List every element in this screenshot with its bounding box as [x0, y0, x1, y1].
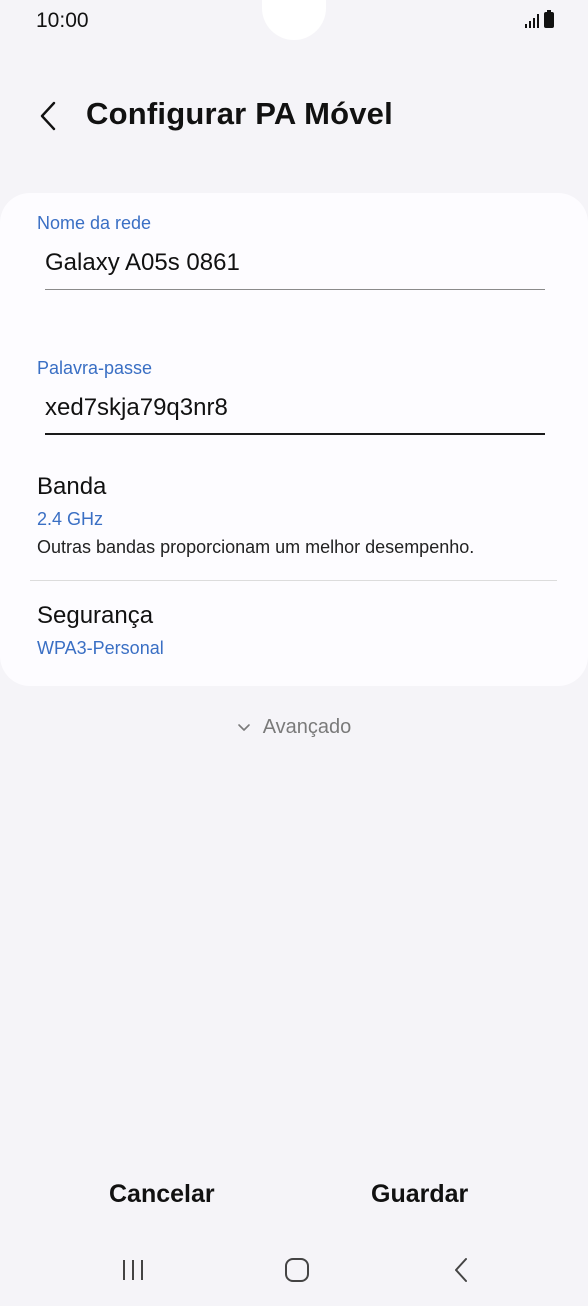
camera-notch — [262, 0, 326, 40]
battery-icon — [544, 10, 554, 28]
status-icons — [525, 10, 554, 28]
network-name-underline — [45, 289, 545, 290]
security-setting[interactable]: Segurança WPA3-Personal — [0, 588, 588, 678]
recent-apps-icon — [123, 1260, 143, 1280]
chevron-down-icon — [237, 723, 250, 731]
password-underline — [45, 433, 545, 435]
security-title: Segurança — [37, 602, 154, 629]
password-input[interactable]: xed7skja79q3nr8 — [45, 394, 228, 422]
band-setting[interactable]: Banda 2.4 GHz Outras bandas proporcionam… — [0, 459, 588, 579]
back-nav-icon — [455, 1258, 467, 1282]
home-button[interactable] — [267, 1244, 327, 1296]
recent-apps-button[interactable] — [103, 1244, 163, 1296]
password-label: Palavra-passe — [37, 358, 153, 378]
navigation-bar — [0, 1244, 588, 1296]
signal-icon — [525, 12, 539, 28]
home-icon — [285, 1258, 309, 1282]
network-name-label: Nome da rede — [37, 213, 152, 233]
save-button[interactable]: Guardar — [371, 1180, 468, 1209]
band-description: Outras bandas proporcionam um melhor des… — [37, 537, 475, 557]
security-value: WPA3-Personal — [37, 638, 164, 658]
cancel-button[interactable]: Cancelar — [109, 1180, 215, 1209]
page-title: Configurar PA Móvel — [86, 96, 393, 131]
screen: 10:00 Configurar PA Móvel Nome da rede G… — [0, 0, 588, 1306]
band-title: Banda — [37, 473, 107, 500]
settings-card: Nome da rede Galaxy A05s 0861 Palavra-pa… — [0, 193, 588, 686]
back-nav-button[interactable] — [431, 1244, 491, 1296]
status-time: 10:00 — [36, 9, 89, 32]
network-name-input[interactable]: Galaxy A05s 0861 — [45, 249, 240, 277]
advanced-label: Avançado — [262, 716, 352, 738]
back-button[interactable] — [28, 94, 68, 138]
band-value: 2.4 GHz — [37, 509, 104, 529]
app-header: Configurar PA Móvel — [0, 88, 588, 144]
divider — [30, 580, 557, 581]
status-bar: 10:00 — [0, 0, 588, 44]
chevron-left-icon — [40, 101, 56, 131]
advanced-toggle[interactable]: Avançado — [0, 716, 588, 739]
